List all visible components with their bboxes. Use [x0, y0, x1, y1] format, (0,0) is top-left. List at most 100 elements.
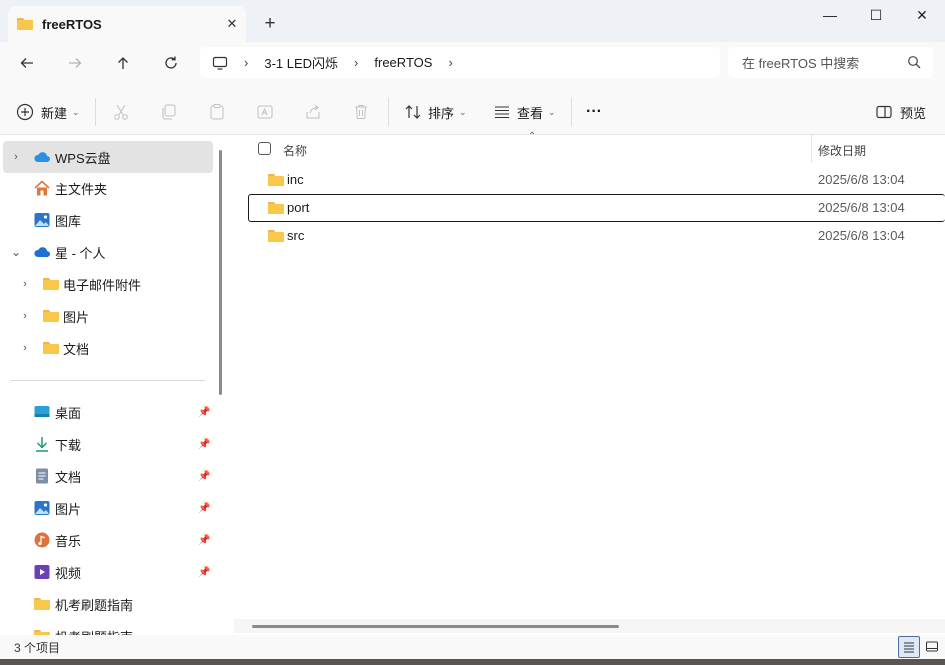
preview-label: 预览 — [900, 105, 927, 121]
divider — [571, 98, 572, 126]
pin-icon[interactable]: 📌 — [198, 407, 210, 418]
sidebar-item-music[interactable]: 音乐 📌 — [0, 524, 212, 556]
search-input[interactable]: 在 freeRTOS 中搜索 — [728, 47, 933, 78]
sidebar-item-downloads[interactable]: 下载 📌 — [0, 428, 212, 460]
rename-button[interactable] — [256, 98, 274, 126]
sidebar-item-videos[interactable]: 视频 📌 — [0, 556, 212, 588]
minimize-button[interactable]: — — [807, 0, 853, 30]
sidebar-item-label: 下载 — [55, 437, 82, 453]
paste-button[interactable] — [208, 98, 226, 126]
sidebar-item-label: 图库 — [55, 213, 82, 229]
cloud-icon — [34, 152, 50, 162]
file-name: src — [287, 228, 305, 243]
desktop-icon — [34, 406, 50, 417]
sidebar-item-label: 机考刷题指南 — [55, 597, 134, 613]
chevron-right-icon[interactable]: › — [18, 278, 32, 290]
sort-label: 排序 — [428, 105, 455, 121]
folder-icon — [43, 342, 61, 358]
folder-icon — [34, 598, 52, 614]
file-modified-date: 2025/6/8 13:04 — [818, 172, 905, 187]
cut-button[interactable] — [112, 98, 130, 126]
chevron-right-icon[interactable]: › — [18, 310, 32, 322]
view-button[interactable]: 查看 ⌄ — [493, 98, 556, 126]
breadcrumb-item-freertos[interactable]: freeRTOS — [374, 55, 432, 70]
horizontal-scrollbar[interactable] — [234, 619, 945, 633]
search-icon — [908, 56, 921, 69]
back-button[interactable] — [12, 50, 42, 76]
tiles-view-button[interactable] — [921, 636, 943, 658]
sidebar-item-gallery[interactable]: 图库 — [0, 204, 212, 236]
view-label: 查看 — [517, 105, 544, 121]
status-bar: 3 个项目 — [0, 635, 945, 659]
tab-freertos[interactable]: freeRTOS ✕ — [8, 6, 246, 42]
tab-close-button[interactable]: ✕ — [219, 6, 245, 42]
home-icon — [34, 180, 50, 196]
sidebar-item-exam-guide[interactable]: 机考刷题指南 — [0, 588, 212, 620]
chevron-down-icon[interactable]: ⌄ — [9, 245, 23, 259]
sidebar-scrollbar[interactable] — [219, 150, 222, 395]
pin-icon[interactable]: 📌 — [198, 535, 210, 546]
item-count: 3 个项目 — [14, 641, 61, 655]
sidebar-item-wps-cloud[interactable]: › WPS云盘 — [3, 141, 213, 173]
new-button[interactable]: 新建 ⌄ — [16, 98, 80, 126]
divider — [95, 98, 96, 126]
file-row-inc[interactable]: inc 2025/6/8 13:04 — [248, 166, 945, 194]
sidebar-item-onedrive-pictures[interactable]: › 图片 — [0, 300, 212, 332]
sidebar-item-documents[interactable]: 文档 📌 — [0, 460, 212, 492]
column-header-modified[interactable]: 修改日期 — [818, 142, 866, 159]
share-button[interactable] — [304, 98, 322, 126]
delete-button[interactable] — [352, 98, 370, 126]
share-icon — [306, 104, 320, 119]
folder-icon — [17, 18, 33, 30]
sidebar-item-home[interactable]: 主文件夹 — [0, 172, 212, 204]
column-header: ⌃ 名称 修改日期 — [232, 131, 945, 163]
sidebar-item-label: WPS云盘 — [55, 150, 111, 166]
sidebar-item-email-attachments[interactable]: › 电子邮件附件 — [0, 268, 212, 300]
up-button[interactable] — [108, 50, 138, 76]
close-window-button[interactable]: ✕ — [899, 0, 945, 30]
new-tab-button[interactable]: + — [258, 12, 282, 36]
sidebar-item-pictures[interactable]: 图片 📌 — [0, 492, 212, 524]
sort-button[interactable]: 排序 ⌄ — [404, 98, 467, 126]
preview-pane-icon — [876, 105, 892, 119]
desktop-background-strip — [0, 659, 945, 665]
chevron-down-icon: ⌄ — [459, 106, 467, 117]
sidebar-item-onedrive-personal[interactable]: ⌄ 星 - 个人 — [0, 236, 212, 268]
gallery-icon — [34, 213, 50, 227]
preview-pane-button[interactable]: 预览 — [875, 98, 926, 126]
sort-ascending-icon: ⌃ — [528, 131, 537, 142]
file-row-port[interactable]: port 2025/6/8 13:04 — [248, 194, 945, 222]
sidebar-item-label: 星 - 个人 — [55, 245, 106, 261]
select-all-checkbox[interactable] — [258, 142, 271, 155]
pin-icon[interactable]: 📌 — [198, 567, 210, 578]
sidebar-item-desktop[interactable]: 桌面 📌 — [0, 396, 212, 428]
divider — [388, 98, 389, 126]
breadcrumb-item-3-1-led[interactable]: 3-1 LED闪烁 — [264, 53, 338, 72]
sidebar-item-exam-guide-2[interactable]: 机考刷题指南 — [0, 620, 212, 635]
view-list-icon — [495, 106, 509, 119]
scrollbar-thumb[interactable] — [252, 625, 619, 628]
file-row-src[interactable]: src 2025/6/8 13:04 — [248, 222, 945, 250]
sidebar-item-label: 电子邮件附件 — [63, 277, 142, 293]
breadcrumb-separator[interactable]: › — [448, 55, 452, 70]
column-header-name[interactable]: 名称 — [283, 142, 307, 159]
forward-button[interactable] — [60, 50, 90, 76]
maximize-button[interactable]: ☐ — [853, 0, 899, 30]
sidebar-divider — [10, 380, 205, 381]
command-bar — [0, 88, 945, 135]
details-view-button[interactable] — [898, 636, 920, 658]
sidebar-item-onedrive-documents[interactable]: › 文档 — [0, 332, 212, 364]
folder-icon — [43, 278, 61, 294]
rename-icon — [257, 105, 273, 119]
refresh-button[interactable] — [156, 50, 186, 76]
copy-button[interactable] — [160, 98, 178, 126]
chevron-right-icon[interactable]: › — [9, 151, 23, 163]
chevron-right-icon[interactable]: › — [18, 342, 32, 354]
pin-icon[interactable]: 📌 — [198, 471, 210, 482]
clipboard-icon — [210, 104, 224, 120]
more-options-button[interactable]: ··· — [586, 98, 602, 126]
column-divider[interactable] — [811, 135, 812, 163]
pin-icon[interactable]: 📌 — [198, 439, 210, 450]
address-bar[interactable]: › 3-1 LED闪烁 › freeRTOS › — [200, 47, 720, 78]
pin-icon[interactable]: 📌 — [198, 503, 210, 514]
